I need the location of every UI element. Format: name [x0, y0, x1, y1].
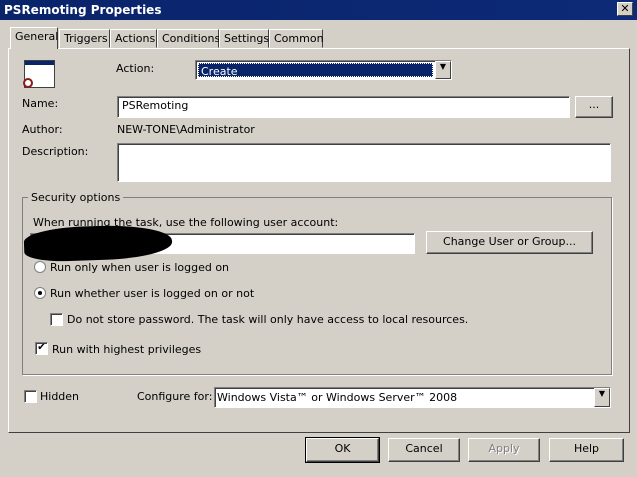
highest-privileges-checkbox[interactable]: ✔	[35, 342, 48, 355]
no-store-password-label: Do not store password. The task will onl…	[67, 313, 469, 326]
browse-button[interactable]: ...	[575, 96, 613, 118]
action-label: Action:	[116, 62, 155, 75]
cancel-button[interactable]: Cancel	[388, 438, 460, 462]
action-value: Create	[198, 63, 433, 78]
description-label: Description:	[22, 145, 89, 158]
hidden-checkbox[interactable]	[24, 390, 37, 403]
tab-common[interactable]: Common	[269, 29, 324, 48]
author-value: NEW-TONE\Administrator	[117, 123, 255, 136]
radio-logged-on[interactable]	[34, 261, 46, 273]
ok-button[interactable]: OK	[305, 437, 380, 463]
configure-for-label: Configure for:	[137, 390, 213, 403]
author-label: Author:	[22, 123, 63, 136]
radio-whether-label: Run whether user is logged on or not	[50, 287, 255, 300]
configure-for-select[interactable]: Windows Vista™ or Windows Server™ 2008 ▼	[214, 387, 611, 408]
tab-general[interactable]: General	[10, 27, 58, 49]
close-button[interactable]: ✕	[617, 2, 633, 16]
title-bar: PSRemoting Properties	[0, 0, 637, 20]
chevron-down-icon[interactable]: ▼	[594, 388, 610, 407]
help-button[interactable]: Help	[549, 438, 624, 462]
name-label: Name:	[22, 97, 59, 110]
tab-triggers[interactable]: Triggers	[59, 29, 110, 48]
apply-button[interactable]: Apply	[468, 438, 540, 462]
chevron-down-icon[interactable]: ▼	[435, 61, 451, 79]
security-options-legend: Security options	[28, 191, 124, 204]
change-user-button[interactable]: Change User or Group...	[426, 231, 593, 254]
tab-settings[interactable]: Settings	[219, 29, 269, 48]
hidden-label: Hidden	[40, 390, 80, 403]
tab-conditions[interactable]: Conditions	[157, 29, 220, 48]
no-store-password-checkbox[interactable]	[50, 313, 63, 326]
highest-privileges-label: Run with highest privileges	[52, 343, 202, 356]
configure-for-value: Windows Vista™ or Windows Server™ 2008	[217, 391, 458, 404]
window-title: PSRemoting Properties	[4, 3, 162, 17]
name-input[interactable]: PSRemoting	[117, 96, 570, 118]
tab-actions[interactable]: Actions	[110, 29, 157, 48]
action-select[interactable]: Create ▼	[195, 60, 452, 80]
description-input[interactable]	[117, 143, 611, 182]
task-icon	[23, 60, 55, 88]
radio-logged-on-label: Run only when user is logged on	[50, 261, 230, 274]
radio-whether-logged-on[interactable]	[34, 287, 46, 299]
